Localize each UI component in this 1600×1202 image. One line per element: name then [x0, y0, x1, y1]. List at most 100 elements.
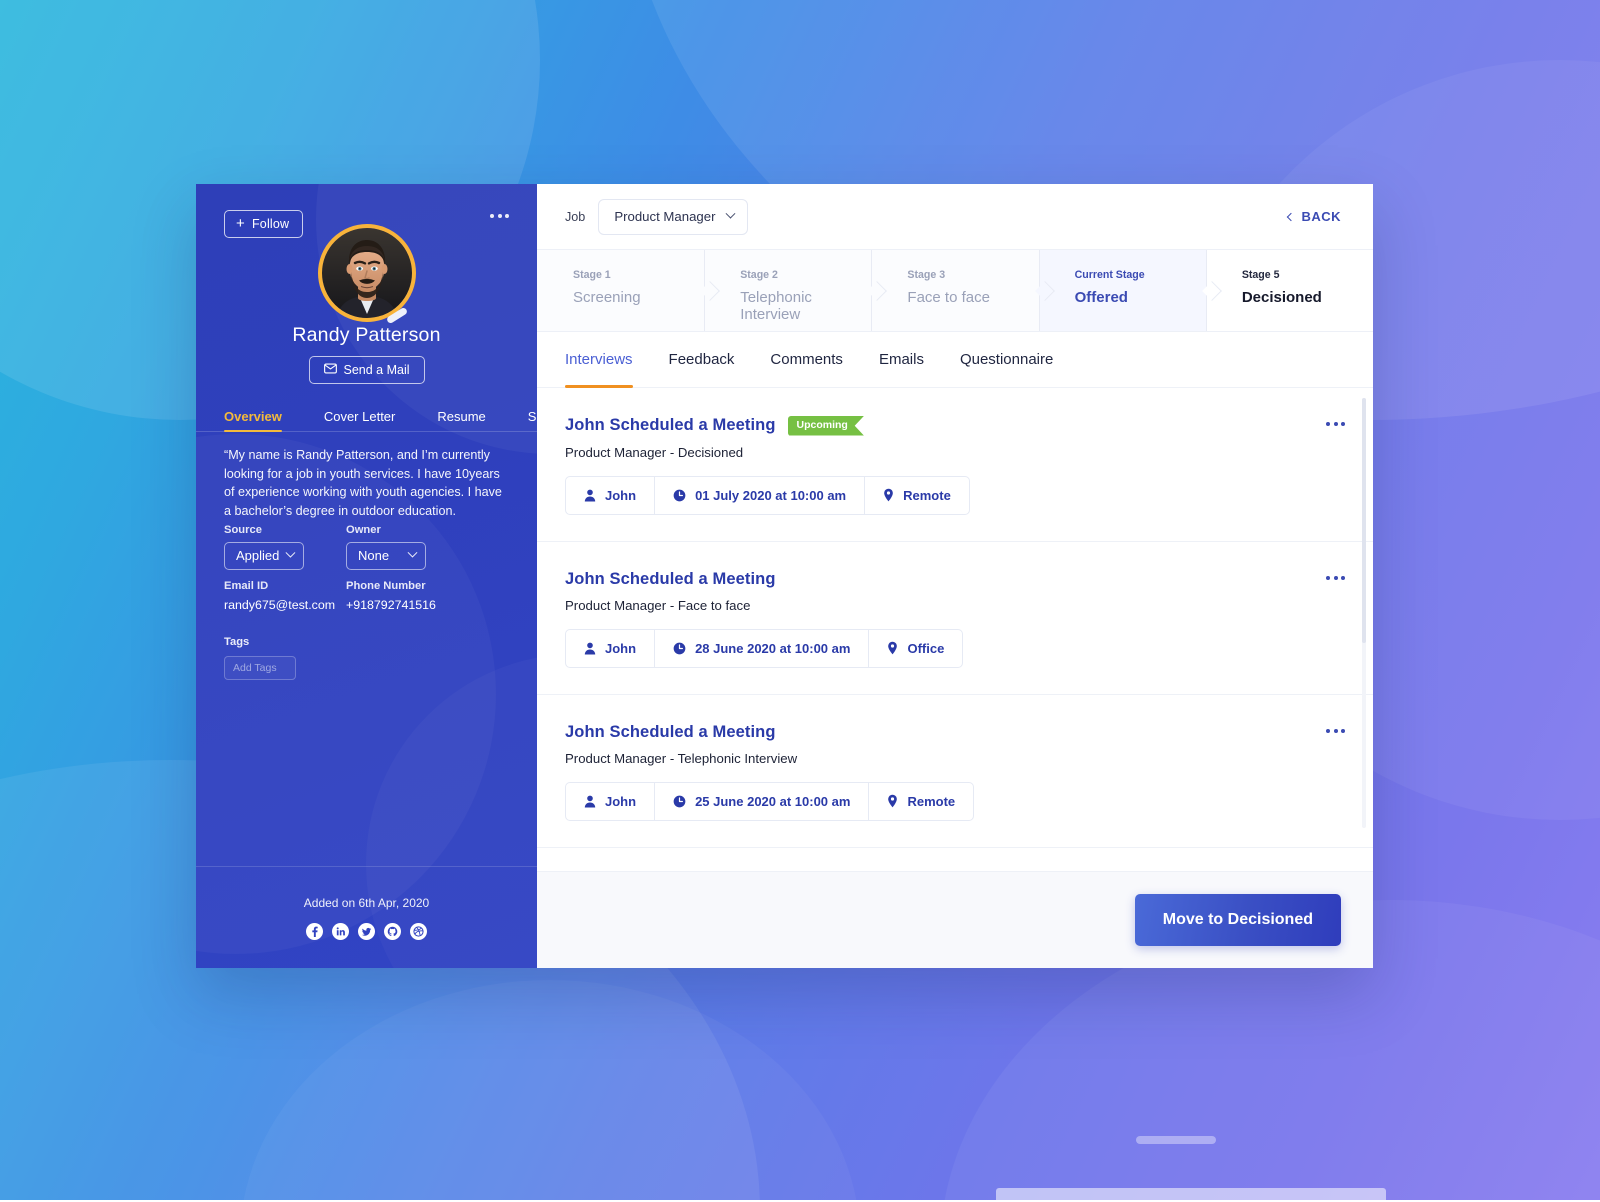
location-cell[interactable]: Remote: [869, 783, 973, 820]
chevron-down-icon: [726, 208, 736, 218]
tab-comments[interactable]: Comments: [752, 332, 861, 388]
twitter-icon[interactable]: [358, 923, 375, 940]
interview-datetime: 01 July 2020 at 10:00 am: [695, 488, 846, 503]
stage-item-face-to-face[interactable]: Stage 3 Face to face: [871, 250, 1038, 331]
interview-meta: John 01 July 2020 at 10:00 am: [565, 476, 970, 515]
contact-fields: Email ID randy675@test.com Phone Number …: [224, 580, 511, 612]
clock-icon: [673, 489, 686, 502]
interview-title-row: John Scheduled a Meeting: [565, 570, 1345, 589]
location-pin-icon: [887, 641, 898, 655]
avatar: [318, 224, 416, 322]
stage-item-decisioned[interactable]: Stage 5 Decisioned: [1206, 250, 1373, 331]
send-mail-button[interactable]: Send a Mail: [308, 356, 424, 384]
sidebar-item-resume[interactable]: Resume: [437, 409, 485, 431]
social-links: [306, 923, 427, 940]
added-on-text: Added on 6th Apr, 2020: [304, 896, 429, 910]
chevron-down-icon: [408, 548, 418, 558]
stage-name: Telephonic Interview: [740, 289, 871, 323]
interview-title: John Scheduled a Meeting: [565, 723, 776, 742]
more-horizontal-icon[interactable]: [488, 208, 511, 224]
owner-select[interactable]: None: [346, 542, 426, 570]
interview-datetime: 28 June 2020 at 10:00 am: [695, 641, 850, 656]
tab-label: Interviews: [565, 351, 633, 368]
owner-label: Owner: [346, 524, 468, 536]
sidebar-item-cover-letter[interactable]: Cover Letter: [324, 409, 396, 431]
person-icon: [584, 642, 596, 655]
datetime-cell[interactable]: 01 July 2020 at 10:00 am: [655, 477, 865, 514]
list-item[interactable]: John Scheduled a Meeting Product Manager…: [537, 542, 1373, 695]
stage-number: Stage 1: [573, 269, 704, 281]
attendee-cell[interactable]: John: [566, 630, 655, 667]
interview-meta: John 28 June 2020 at 10:00 am: [565, 629, 963, 668]
interview-subtitle: Product Manager - Face to face: [565, 598, 1345, 613]
status-badge: Upcoming: [788, 416, 864, 436]
github-icon[interactable]: [384, 923, 401, 940]
tab-emails[interactable]: Emails: [861, 332, 942, 388]
attendee-cell[interactable]: John: [566, 783, 655, 820]
content-tab-bar: Interviews Feedback Comments Emails Ques…: [537, 332, 1373, 388]
tab-interviews[interactable]: Interviews: [565, 332, 651, 388]
candidate-detail-window: + Follow: [196, 184, 1373, 968]
more-horizontal-icon[interactable]: [1324, 416, 1347, 432]
page-title: Randy Patterson: [196, 324, 537, 347]
datetime-cell[interactable]: 28 June 2020 at 10:00 am: [655, 630, 869, 667]
stage-name: Screening: [573, 289, 704, 306]
sidebar-item-overview[interactable]: Overview: [224, 409, 282, 431]
owner-field: Owner None: [346, 524, 468, 570]
stage-name: Decisioned: [1242, 289, 1373, 306]
move-to-decisioned-button[interactable]: Move to Decisioned: [1135, 894, 1341, 946]
more-horizontal-icon[interactable]: [1324, 570, 1347, 586]
sidebar-tab-bar: Overview Cover Letter Resume Screening: [196, 394, 537, 432]
tab-label: Comments: [770, 351, 843, 368]
email-field: Email ID randy675@test.com: [224, 580, 346, 612]
stage-number: Stage 5: [1242, 269, 1373, 281]
tags-block: Tags: [224, 636, 296, 680]
sidebar-item-screening[interactable]: Screening: [528, 409, 537, 431]
back-link[interactable]: BACK: [1288, 209, 1341, 224]
interview-list: John Scheduled a Meeting Upcoming Produc…: [537, 388, 1373, 871]
stage-item-screening[interactable]: Stage 1 Screening: [537, 250, 704, 331]
interview-subtitle: Product Manager - Telephonic Interview: [565, 751, 1345, 766]
attendee-name: John: [605, 488, 636, 503]
sidebar-tab-label: Screening: [528, 409, 537, 424]
facebook-icon[interactable]: [306, 923, 323, 940]
stage-number: Stage 3: [907, 269, 1038, 281]
sidebar-tab-label: Resume: [437, 409, 485, 424]
interview-location: Remote: [907, 794, 955, 809]
datetime-cell[interactable]: 25 June 2020 at 10:00 am: [655, 783, 869, 820]
add-tags-input[interactable]: [224, 656, 296, 680]
interview-title: John Scheduled a Meeting: [565, 416, 776, 435]
list-item[interactable]: John Scheduled a Meeting Upcoming Produc…: [537, 388, 1373, 542]
interview-title-row: John Scheduled a Meeting: [565, 723, 1345, 742]
scrollbar-thumb[interactable]: [1362, 398, 1366, 643]
stage-item-offered[interactable]: Current Stage Offered: [1039, 250, 1206, 331]
chevron-down-icon: [286, 548, 296, 558]
list-item[interactable]: John Scheduled a Meeting Product Manager…: [537, 695, 1373, 848]
interview-title-row: John Scheduled a Meeting Upcoming: [565, 416, 1345, 436]
source-select[interactable]: Applied: [224, 542, 304, 570]
tab-feedback[interactable]: Feedback: [651, 332, 753, 388]
dribbble-icon[interactable]: [410, 923, 427, 940]
tags-label: Tags: [224, 636, 296, 648]
source-value: Applied: [236, 548, 279, 563]
job-select[interactable]: Product Manager: [598, 199, 748, 235]
mail-icon: [323, 363, 336, 377]
interview-datetime: 25 June 2020 at 10:00 am: [695, 794, 850, 809]
source-label: Source: [224, 524, 346, 536]
location-cell[interactable]: Office: [869, 630, 962, 667]
tab-questionnaire[interactable]: Questionnaire: [942, 332, 1071, 388]
avatar-ring: [318, 224, 416, 322]
scrollbar[interactable]: [1362, 398, 1366, 828]
attendee-cell[interactable]: John: [566, 477, 655, 514]
linkedin-icon[interactable]: [332, 923, 349, 940]
job-bar: Job Product Manager BACK: [537, 184, 1373, 249]
sidebar-tab-label: Overview: [224, 409, 282, 424]
candidate-summary: “My name is Randy Patterson, and I’m cur…: [224, 446, 511, 520]
follow-button[interactable]: + Follow: [224, 210, 303, 238]
follow-button-label: Follow: [252, 217, 289, 231]
clock-icon: [673, 795, 686, 808]
stage-item-telephonic-interview[interactable]: Stage 2 Telephonic Interview: [704, 250, 871, 331]
more-horizontal-icon[interactable]: [1324, 723, 1347, 739]
email-value: randy675@test.com: [224, 598, 346, 612]
location-cell[interactable]: Remote: [865, 477, 969, 514]
